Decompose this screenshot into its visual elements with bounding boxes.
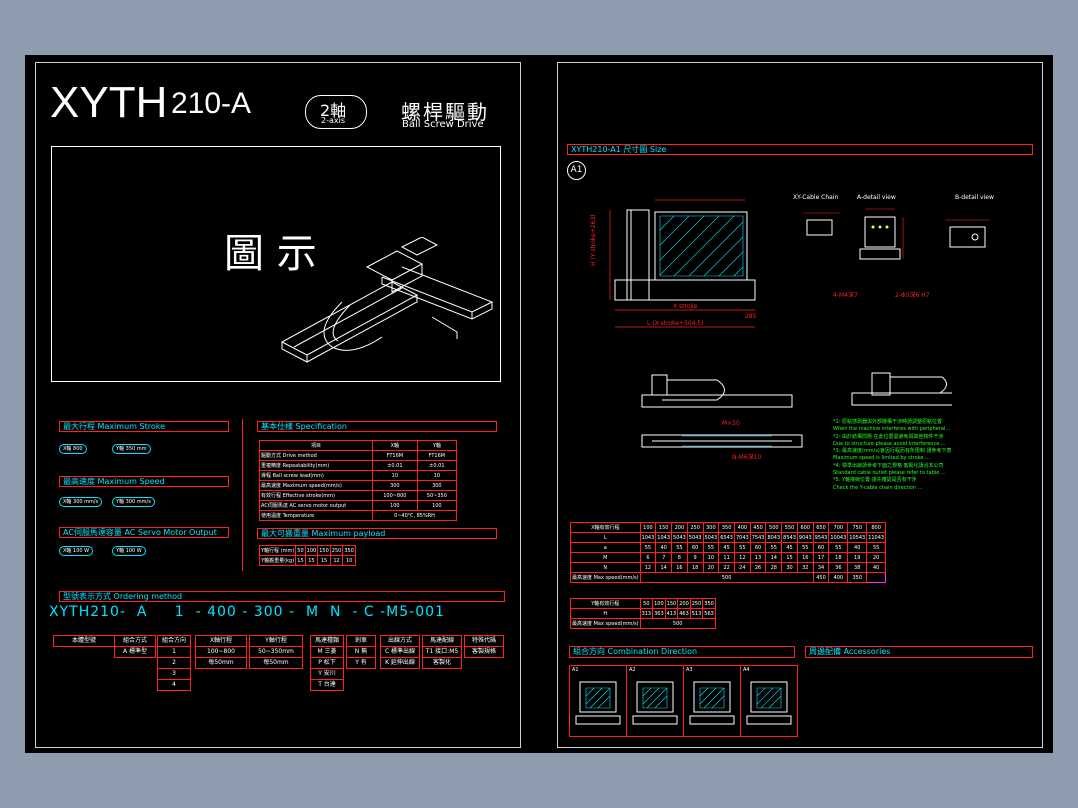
stroke-x-pill: X軸 800: [59, 444, 87, 454]
combination-header: 組合方向 Combination Direction: [569, 646, 795, 658]
main-dimension-drawing: X stroke L (X stroke+504.5) 285 H (Y str…: [590, 199, 757, 328]
view-cable-chain: XY-Cable Chain: [793, 194, 839, 201]
combo-a4: A4: [740, 665, 798, 737]
svg-text:N-M6深10: N-M6深10: [732, 453, 761, 461]
accessories-header: 周邊配備 Accessories: [805, 646, 1033, 658]
notes: *1: 原點感測器與外部機構干涉時請調整原點位置 When the machin…: [833, 419, 952, 491]
ordering-code: XYTH210- A 1 - 400 - 300 - M N - C -M5-0…: [49, 604, 445, 620]
combo-a2: A2: [626, 665, 684, 737]
drawing-sheet: XYTH 210-A 2軸 2-axis 螺桿驅動 Ball Screw Dri…: [25, 55, 1053, 753]
detail-views: 4-M4深7 2-Φ5深6 H7: [803, 208, 990, 299]
svg-text:L (X stroke+504.5): L (X stroke+504.5): [647, 320, 704, 327]
y-stroke-table: Y軸有效行程 50 100 150 200 250 350 H 313 363 413 463 513…: [570, 598, 716, 629]
motor-x-pill: X軸 100 W: [59, 546, 94, 556]
actuator-sketch: [280, 237, 494, 363]
order-box-model: 本體型號: [53, 635, 115, 647]
max-speed-header: 最高速度 Maximum Speed: [59, 476, 229, 487]
axes-badge: 2軸 2-axis: [305, 95, 367, 129]
ordering-header: 型號表示方式 Ordering method: [59, 591, 505, 602]
size-header: XYTH210-A1 尺寸圖 Size: [567, 144, 1033, 155]
illustration-box: 圖 示: [51, 146, 501, 382]
spec-header: 基本仕樣 Specification: [257, 421, 497, 432]
x-stroke-table: X軸有效行程 100 150 200 250 300 350 400 450 500 550 600 6…: [570, 522, 887, 583]
svg-text:H (Y stroke+263): H (Y stroke+263): [590, 214, 597, 266]
section-divider: [242, 419, 243, 571]
view-b-detail: B-detail view: [955, 194, 994, 201]
svg-text:X stroke: X stroke: [673, 303, 698, 310]
payload-header: 最大可搬重量 Maximum payload: [257, 528, 497, 539]
svg-text:2-Φ5深6 H7: 2-Φ5深6 H7: [895, 291, 930, 299]
svg-text:285: 285: [745, 313, 757, 320]
view-a-detail: A-detail view: [857, 194, 896, 201]
svg-text:4-M4深7: 4-M4深7: [833, 291, 858, 299]
max-stroke-header: 最大行程 Maximum Stroke: [59, 421, 229, 432]
speed-y-pill: Y軸 300 mm/s: [112, 497, 155, 507]
payload-table: Y軸行程 (mm) 50 100 150 250 350 Y軸搬重量(kg) 15 15 15 1…: [258, 545, 356, 566]
size-badge: A1: [567, 161, 586, 180]
motor-header: AC伺服馬達容量 AC Servo Motor Output: [59, 527, 229, 538]
drive-en: Ball Screw Drive: [402, 119, 484, 130]
svg-text:M×50: M×50: [722, 420, 740, 427]
stroke-y-pill: Y軸 350 mm: [112, 444, 151, 454]
model-name: XYTH: [50, 78, 168, 127]
model-suffix: 210-A: [171, 87, 252, 120]
combo-a3: A3: [683, 665, 741, 737]
motor-y-pill: Y軸 100 W: [112, 546, 146, 556]
spec-table: 項目 X軸 Y軸 驅動方式 Drive method FT16M FT16M 重複精度 …: [259, 440, 458, 521]
speed-x-pill: X軸 300 mm/s: [59, 497, 103, 507]
combo-a1: A1: [569, 665, 627, 737]
